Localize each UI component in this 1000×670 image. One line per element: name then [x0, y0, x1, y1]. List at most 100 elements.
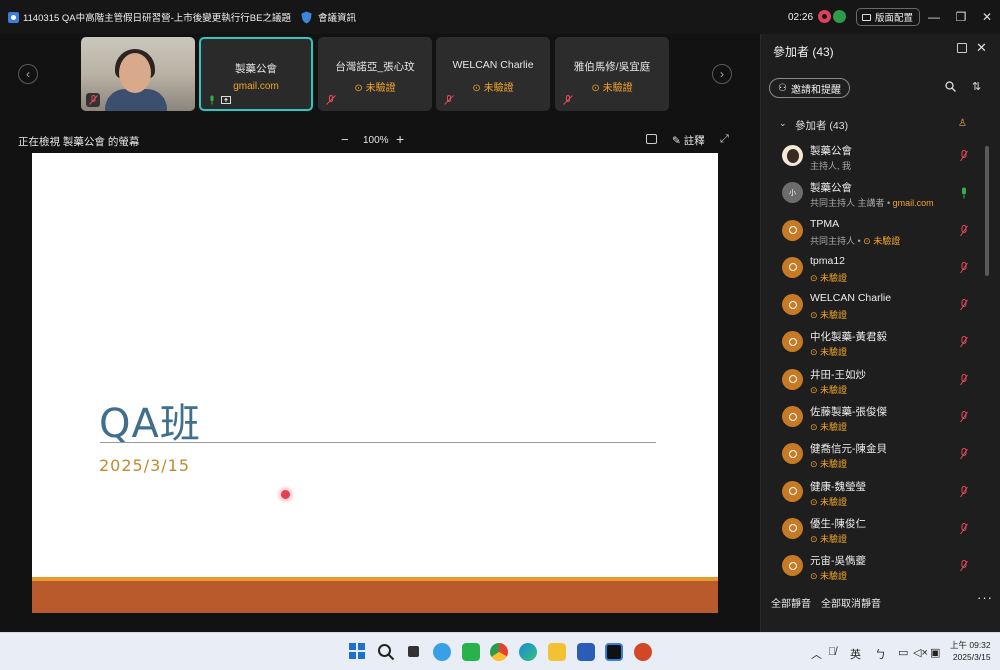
remote-control-icon[interactable]: [646, 134, 657, 144]
avatar: [782, 331, 803, 353]
avatar: [782, 256, 803, 278]
invite-button[interactable]: ⚇ 邀請和提醒: [769, 78, 850, 98]
word-icon[interactable]: [577, 643, 595, 661]
clock-time: 上午 09:32: [950, 640, 991, 650]
tile-sub: ⊙ 未驗證: [472, 83, 514, 94]
muted-mic-icon[interactable]: [960, 336, 968, 348]
windows-start-icon[interactable]: [349, 643, 367, 661]
shield-icon[interactable]: [301, 11, 312, 24]
muted-mic-icon[interactable]: [960, 522, 968, 535]
layout-button[interactable]: 版面配置: [856, 8, 921, 26]
list-item[interactable]: 健喬信元-陳金貝 ⊙ 未驗證: [761, 436, 993, 473]
zoom-in-button[interactable]: +: [396, 131, 404, 147]
mic-status-icon[interactable]: [833, 10, 846, 23]
system-clock[interactable]: 上午 09:32 2025/3/15: [950, 639, 991, 663]
list-item[interactable]: TPMA 共同主持人 • ⊙ 未驗證: [761, 213, 993, 250]
minimize-button[interactable]: —: [926, 9, 942, 25]
ime-indicator[interactable]: 英: [850, 646, 861, 662]
muted-mic-icon[interactable]: [960, 299, 968, 311]
restore-button[interactable]: ❐: [953, 9, 969, 25]
search-icon[interactable]: [945, 81, 956, 92]
avatar: [782, 480, 803, 502]
shared-slide: QA班 2025/3/15: [32, 153, 718, 613]
list-item[interactable]: 元宙-吳儁夔 ⊙ 未驗證: [761, 548, 993, 585]
ime-mode-icon[interactable]: ㄅ: [875, 646, 886, 662]
recording-icon[interactable]: [818, 10, 831, 23]
video-tile[interactable]: WELCAN Charlie ⊙ 未驗證: [436, 37, 550, 111]
participants-panel: 參加者 (43) ✕ ⚇ 邀請和提醒 ⇅ ⌄ 參加者 (43) ♙ 製藥公會 主…: [760, 34, 1000, 632]
list-item[interactable]: 優生-陳俊仁 ⊙ 未驗證: [761, 511, 993, 548]
maps-icon[interactable]: [433, 643, 451, 661]
search-icon[interactable]: [377, 643, 395, 661]
mic-on-icon[interactable]: [960, 187, 968, 199]
close-window-button[interactable]: ✕: [979, 9, 995, 25]
more-options-button[interactable]: ···: [977, 590, 993, 605]
mute-all-button[interactable]: 全部靜音: [771, 595, 811, 610]
list-item[interactable]: 中化製藥-黃君毅 ⊙ 未驗證: [761, 324, 993, 361]
powerpoint-icon[interactable]: [634, 643, 652, 661]
sort-icon[interactable]: ⇅: [972, 80, 981, 93]
zoom-out-button[interactable]: −: [341, 132, 349, 147]
annotate-button[interactable]: ✎ 註釋: [672, 133, 705, 148]
person-icon: ⚇: [778, 82, 787, 94]
participant-name: 中化製藥-黃君毅: [810, 331, 887, 344]
unmute-all-button[interactable]: 全部取消靜音: [821, 595, 881, 610]
strip-next-button[interactable]: ›: [712, 64, 732, 84]
host-icon: ♙: [958, 118, 967, 129]
title-bar: 1140315 QA中高階主管假日研習營-上市後變更執行行BE之議題 會議資訊: [0, 0, 1000, 34]
avatar: [782, 368, 803, 390]
meeting-info-link[interactable]: 會議資訊: [318, 10, 356, 24]
list-item[interactable]: 製藥公會 主持人, 我: [761, 138, 993, 175]
camera-tile-self[interactable]: [81, 37, 195, 111]
laser-pointer-icon: [281, 490, 290, 499]
muted-mic-icon[interactable]: [960, 224, 968, 237]
strip-prev-button[interactable]: ‹: [18, 64, 38, 84]
popout-icon[interactable]: [957, 43, 967, 53]
video-tile[interactable]: 製藥公會 gmail.com: [199, 37, 313, 111]
list-item[interactable]: 井田-王如炒 ⊙ 未驗證: [761, 362, 993, 399]
group-label[interactable]: 參加者 (43): [795, 118, 848, 133]
file-explorer-icon[interactable]: [548, 643, 566, 661]
chevron-up-icon[interactable]: ︿: [811, 646, 822, 662]
avatar: [782, 219, 803, 241]
list-item[interactable]: tpma12 ⊙ 未驗證: [761, 250, 993, 287]
participant-name: 優生-陳俊仁: [810, 517, 866, 530]
participant-name: 製藥公會: [810, 145, 852, 157]
unverified-label: ⊙ 未驗證: [810, 384, 848, 395]
list-item[interactable]: 小 製藥公會 共同主持人 主講者 • gmail.com: [761, 175, 993, 212]
task-view-icon[interactable]: [405, 643, 423, 661]
edge-icon[interactable]: [519, 643, 537, 661]
tile-name: WELCAN Charlie: [452, 59, 534, 71]
muted-mic-icon[interactable]: [960, 411, 968, 423]
line-icon[interactable]: [462, 643, 480, 661]
participant-name: 製藥公會: [810, 182, 852, 195]
close-panel-button[interactable]: ✕: [976, 40, 987, 56]
pen-icon: ✎: [672, 135, 681, 147]
muted-mic-icon[interactable]: [960, 485, 968, 498]
camera-person-face: [119, 53, 151, 93]
chevron-down-icon[interactable]: ⌄: [779, 118, 787, 129]
panel-scrollbar[interactable]: [985, 146, 989, 276]
participant-role: 共同主持人 主講者 • gmail.com: [810, 196, 934, 209]
muted-mic-icon[interactable]: [960, 373, 968, 386]
muted-mic-icon: [86, 93, 100, 107]
role-text: 共同主持人 主講者 •: [810, 198, 893, 209]
list-item[interactable]: WELCAN Charlie ⊙ 未驗證: [761, 287, 993, 324]
tile-sub: ⊙ 未驗證: [591, 83, 633, 94]
mic-off-icon[interactable]: 🎙̸: [828, 646, 836, 658]
video-tile[interactable]: 雅伯馬修/吳宜庭 ⊙ 未驗證: [555, 37, 669, 111]
list-item[interactable]: 佐藤製藥-張俊傑 ⊙ 未驗證: [761, 399, 993, 436]
muted-mic-icon[interactable]: [960, 448, 968, 460]
muted-mic-icon[interactable]: [960, 261, 968, 274]
video-tile[interactable]: 台灣諾亞_張心玟 ⊙ 未驗證: [318, 37, 432, 111]
battery-icon[interactable]: ▣: [930, 646, 940, 659]
webex-icon[interactable]: [605, 643, 623, 661]
muted-mic-icon[interactable]: [960, 150, 968, 162]
network-icon[interactable]: ▭: [898, 646, 908, 659]
list-item[interactable]: 健康-魏瑩瑩 ⊙ 未驗證: [761, 474, 993, 511]
expand-icon[interactable]: ⤢: [720, 133, 729, 146]
chrome-icon[interactable]: [490, 643, 508, 661]
volume-icon[interactable]: ◁×: [913, 646, 928, 659]
muted-mic-icon[interactable]: [960, 560, 968, 572]
layout-icon: [862, 13, 871, 21]
